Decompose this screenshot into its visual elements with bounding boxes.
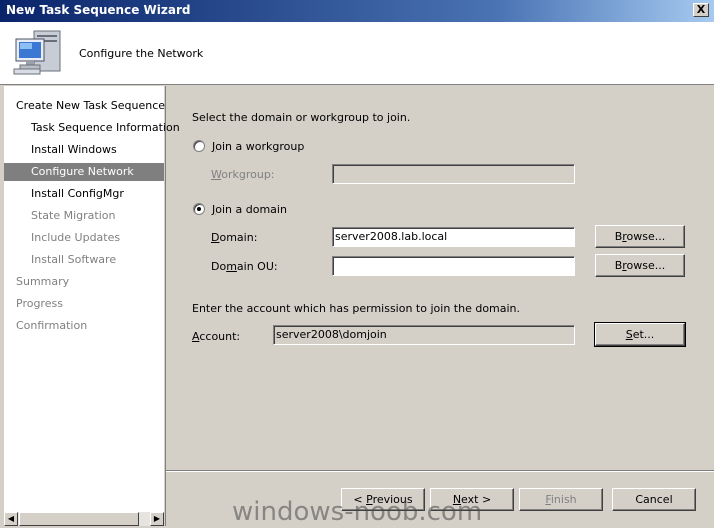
- domain-input[interactable]: server2008.lab.local: [332, 227, 575, 247]
- domain-ou-label: Domain OU:: [211, 260, 278, 273]
- scroll-thumb[interactable]: [19, 512, 139, 526]
- wizard-header: Configure the Network: [0, 22, 714, 85]
- sidebar-item-install-software[interactable]: Install Software: [4, 251, 164, 269]
- workgroup-label: Workgroup:: [211, 168, 275, 181]
- sidebar-item-install-windows[interactable]: Install Windows: [4, 141, 164, 159]
- browse-ou-button[interactable]: Browse...: [595, 254, 685, 277]
- domain-label: Domain:: [211, 231, 258, 244]
- workgroup-radio-label[interactable]: Join a workgroup: [212, 140, 304, 153]
- sidebar-item-confirmation[interactable]: Confirmation: [4, 317, 164, 335]
- sidebar-item-include-updates[interactable]: Include Updates: [4, 229, 164, 247]
- sidebar-item-summary[interactable]: Summary: [4, 273, 164, 291]
- close-button[interactable]: X: [693, 3, 709, 17]
- watermark: windows-noob.com: [232, 497, 483, 527]
- sidebar-item-configure-network[interactable]: Configure Network: [4, 163, 164, 181]
- computer-network-icon: [12, 29, 64, 77]
- domain-radio[interactable]: [193, 203, 205, 215]
- sidebar-item-state-migration[interactable]: State Migration: [4, 207, 164, 225]
- intro-text: Select the domain or workgroup to join.: [192, 111, 411, 124]
- sidebar-divider: [165, 86, 166, 526]
- sidebar-item-install-configmgr[interactable]: Install ConfigMgr: [4, 185, 164, 203]
- sidebar-item-task-sequence-information[interactable]: Task Sequence Information: [4, 119, 180, 137]
- cancel-button[interactable]: Cancel: [612, 488, 696, 511]
- footer-divider: [166, 470, 714, 472]
- sidebar-item-create-new-task-sequence[interactable]: Create New Task Sequence: [4, 97, 165, 115]
- window-title: New Task Sequence Wizard: [6, 3, 191, 17]
- sidebar-item-progress[interactable]: Progress: [4, 295, 164, 313]
- workgroup-input[interactable]: [332, 164, 575, 184]
- page-title: Configure the Network: [79, 47, 204, 60]
- sidebar-horizontal-scrollbar[interactable]: ◀ ▶: [4, 512, 164, 526]
- workgroup-radio[interactable]: [193, 140, 205, 152]
- account-label: Account:: [192, 330, 241, 343]
- finish-button[interactable]: Finish: [519, 488, 603, 511]
- account-input[interactable]: server2008\domjoin: [273, 325, 575, 345]
- wizard-steps-sidebar: Create New Task Sequence Task Sequence In…: [4, 86, 180, 512]
- account-intro-text: Enter the account which has permission t…: [192, 302, 521, 315]
- scroll-right-button[interactable]: ▶: [150, 512, 164, 526]
- title-bar: New Task Sequence Wizard X: [0, 0, 714, 22]
- domain-ou-input[interactable]: [332, 256, 575, 276]
- set-account-button[interactable]: Set...: [594, 322, 686, 347]
- domain-radio-label[interactable]: Join a domain: [212, 203, 287, 216]
- scroll-left-button[interactable]: ◀: [4, 512, 18, 526]
- browse-domain-button[interactable]: Browse...: [595, 225, 685, 248]
